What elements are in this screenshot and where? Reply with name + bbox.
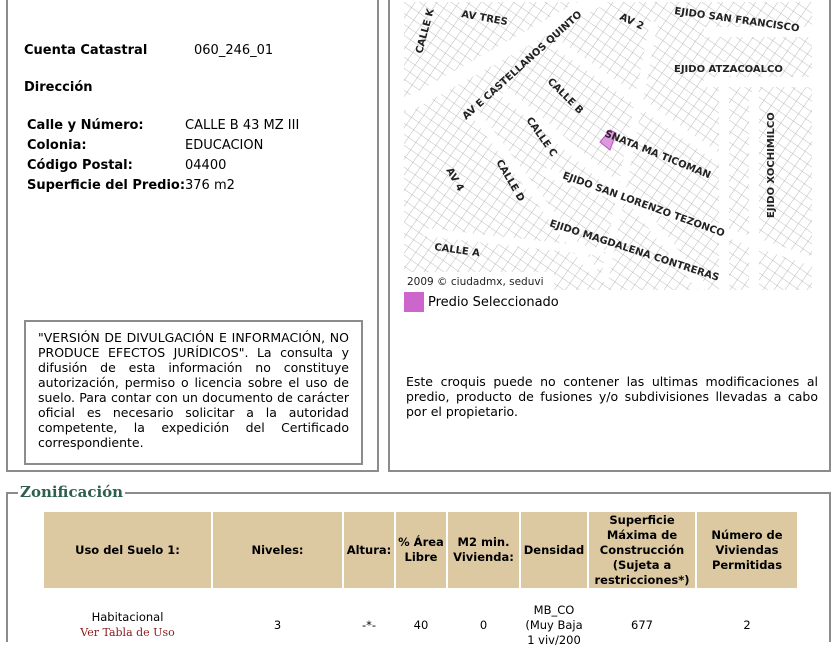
header-altura: Altura: bbox=[344, 512, 394, 588]
cell-superficie: 677 bbox=[631, 617, 653, 632]
header-uso: Uso del Suelo 1: bbox=[44, 512, 211, 588]
header-area-libre: % Área Libre bbox=[396, 512, 446, 588]
cell-niveles: 3 bbox=[273, 617, 282, 632]
zonificacion-section: Zonificación Uso del Suelo 1: Niveles: A… bbox=[6, 483, 831, 647]
cell-viviendas: 2 bbox=[743, 617, 751, 632]
calle-value: CALLE B 43 MZ III bbox=[185, 118, 300, 133]
selected-lot-swatch-icon bbox=[404, 292, 424, 312]
street-label: EJIDO ATZACOALCO bbox=[674, 64, 783, 75]
zonificacion-table: Uso del Suelo 1: Niveles: Altura: % Área… bbox=[42, 510, 799, 662]
cell-densidad: MB_CO (Muy Baja 1 viv/200 bbox=[525, 602, 583, 647]
superficie-label: Superficie del Predio: bbox=[27, 178, 186, 193]
ver-tabla-de-uso-link[interactable]: Ver Tabla de Uso bbox=[80, 626, 174, 639]
map-image[interactable]: AV TRES CALLE K AV 2 EJIDO SAN FRANCISCO… bbox=[404, 2, 812, 290]
colonia-value: EDUCACION bbox=[185, 138, 264, 153]
superficie-value: 376 m2 bbox=[185, 178, 235, 193]
map-copyright: 2009 © ciudadmx, seduvi bbox=[407, 276, 544, 288]
cuenta-catastral-label: Cuenta Catastral bbox=[24, 43, 148, 58]
uso-value: Habitacional bbox=[91, 610, 164, 624]
header-niveles: Niveles: bbox=[213, 512, 342, 588]
predio-panel: Cuenta Catastral 060_246_01 Dirección Ca… bbox=[6, 0, 379, 472]
codigo-postal-value: 04400 bbox=[185, 158, 227, 173]
cell-altura: -*- bbox=[361, 617, 377, 632]
disclaimer-box: "VERSIÓN DE DIVULGACIÓN E INFORMACIÓN, N… bbox=[24, 320, 363, 465]
header-viviendas: Número de Viviendas Permitidas bbox=[697, 512, 797, 588]
codigo-postal-label: Código Postal: bbox=[27, 158, 133, 173]
header-densidad: Densidad bbox=[521, 512, 587, 588]
table-row: Habitacional Ver Tabla de Uso 3 -*- 40 0 … bbox=[44, 590, 797, 660]
map-legend: Predio Seleccionado bbox=[404, 292, 559, 312]
cuenta-catastral-value: 060_246_01 bbox=[194, 43, 274, 58]
map-note: Este croquis puede no contener las ultim… bbox=[406, 374, 818, 419]
header-m2-min: M2 min. Vivienda: bbox=[448, 512, 519, 588]
cell-m2-min: 0 bbox=[479, 617, 488, 632]
direccion-heading: Dirección bbox=[24, 80, 93, 95]
zonificacion-title: Zonificación bbox=[18, 483, 126, 501]
legend-label: Predio Seleccionado bbox=[428, 294, 559, 310]
table-header-row: Uso del Suelo 1: Niveles: Altura: % Área… bbox=[44, 512, 797, 588]
header-superficie: Superficie Máxima de Construcción (Sujet… bbox=[589, 512, 695, 588]
cell-uso: Habitacional Ver Tabla de Uso bbox=[44, 590, 211, 660]
colonia-label: Colonia: bbox=[27, 138, 87, 153]
cell-area-libre: 40 bbox=[413, 617, 429, 632]
map-panel: AV TRES CALLE K AV 2 EJIDO SAN FRANCISCO… bbox=[388, 0, 831, 472]
calle-label: Calle y Número: bbox=[27, 118, 144, 133]
street-label: EJIDO XOCHIMILCO bbox=[766, 112, 777, 218]
